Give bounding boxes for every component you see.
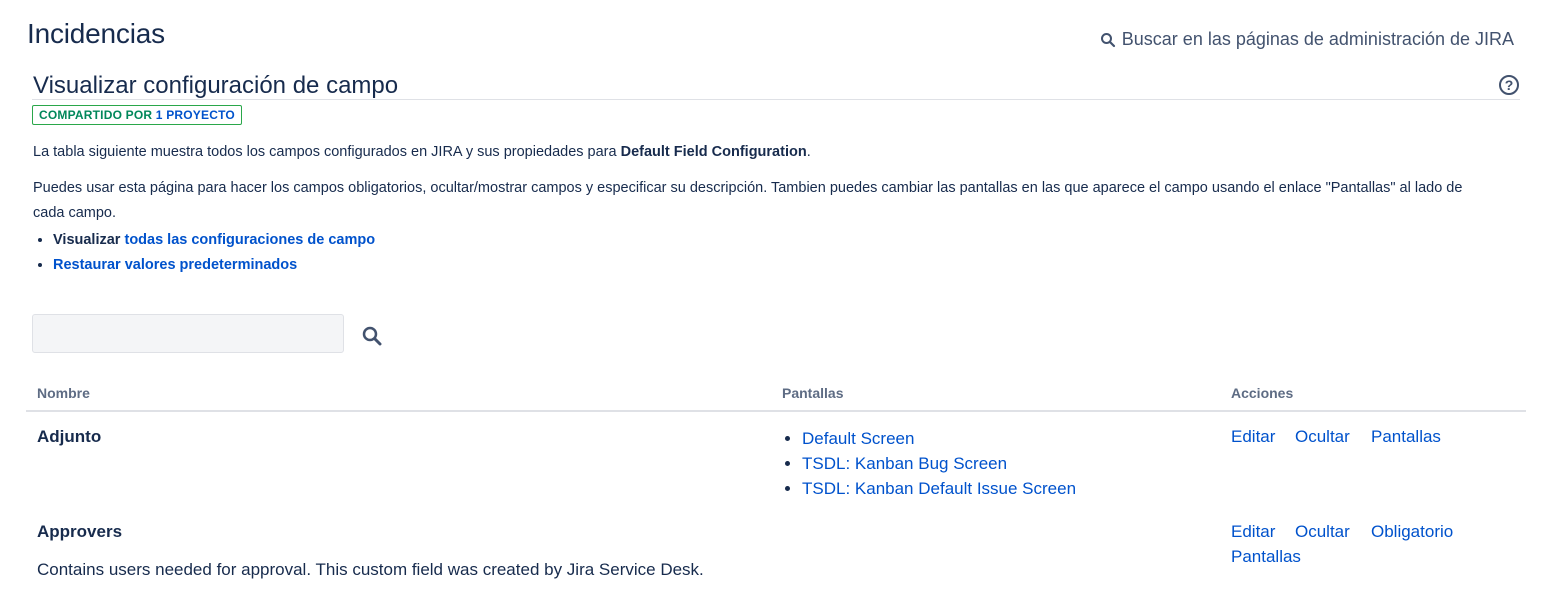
column-header-screens: Pantallas <box>782 385 844 401</box>
search-icon[interactable] <box>360 324 384 348</box>
search-icon <box>1100 32 1115 47</box>
view-all-configurations-link[interactable]: todas las configuraciones de campo <box>124 232 375 248</box>
screen-item: Default Screen <box>802 426 1076 451</box>
field-screens-list: Default Screen TSDL: Kanban Bug Screen T… <box>782 426 1076 501</box>
admin-search-label: Buscar en las páginas de administración … <box>1121 29 1514 49</box>
restore-defaults-link[interactable]: Restaurar valores predeterminados <box>53 257 297 273</box>
admin-search-link[interactable]: Buscar en las páginas de administración … <box>1100 29 1514 50</box>
field-screens-link[interactable]: Pantallas <box>1371 427 1441 447</box>
column-header-name: Nombre <box>37 385 90 401</box>
restore-defaults-item: Restaurar valores predeterminados <box>53 253 375 278</box>
view-all-prefix: Visualizar <box>53 232 121 248</box>
config-subtitle: Visualizar configuración de campo <box>33 72 399 99</box>
shared-badge-project-count[interactable]: 1 PROYECTO <box>156 108 235 122</box>
make-required-link[interactable]: Obligatorio <box>1371 522 1453 542</box>
edit-field-link[interactable]: Editar <box>1231 427 1275 447</box>
intro-paragraph: La tabla siguiente muestra todos los cam… <box>33 140 811 165</box>
config-name: Default Field Configuration <box>620 144 807 160</box>
field-description: Contains users needed for approval. This… <box>37 560 704 579</box>
screen-link[interactable]: TSDL: Kanban Bug Screen <box>802 454 1007 473</box>
screen-item: TSDL: Kanban Default Issue Screen <box>802 476 1076 501</box>
field-name: Approvers <box>37 522 123 541</box>
screen-link[interactable]: Default Screen <box>802 429 914 448</box>
view-all-item: Visualizar todas las configuraciones de … <box>53 228 375 253</box>
page-title: Incidencias <box>27 18 165 49</box>
help-icon[interactable]: ? <box>1499 75 1519 95</box>
field-filter-input[interactable] <box>32 314 344 353</box>
shared-projects-badge[interactable]: COMPARTIDO POR 1 PROYECTO <box>32 105 242 125</box>
config-links-list: Visualizar todas las configuraciones de … <box>33 228 375 278</box>
table-header-divider <box>26 410 1526 412</box>
column-header-actions: Acciones <box>1231 385 1294 401</box>
screen-item: TSDL: Kanban Bug Screen <box>802 451 1076 476</box>
hide-field-link[interactable]: Ocultar <box>1295 427 1350 447</box>
intro-end: . <box>806 144 811 160</box>
divider <box>32 99 1520 100</box>
field-name: Adjunto <box>37 427 102 446</box>
intro-text: La tabla siguiente muestra todos los cam… <box>33 144 617 160</box>
hide-field-link[interactable]: Ocultar <box>1295 522 1350 542</box>
field-screens-link[interactable]: Pantallas <box>1231 547 1301 567</box>
help-paragraph: Puedes usar esta página para hacer los c… <box>33 180 1463 221</box>
edit-field-link[interactable]: Editar <box>1231 522 1275 542</box>
screen-link[interactable]: TSDL: Kanban Default Issue Screen <box>802 479 1076 498</box>
shared-badge-prefix: COMPARTIDO POR <box>39 108 153 122</box>
